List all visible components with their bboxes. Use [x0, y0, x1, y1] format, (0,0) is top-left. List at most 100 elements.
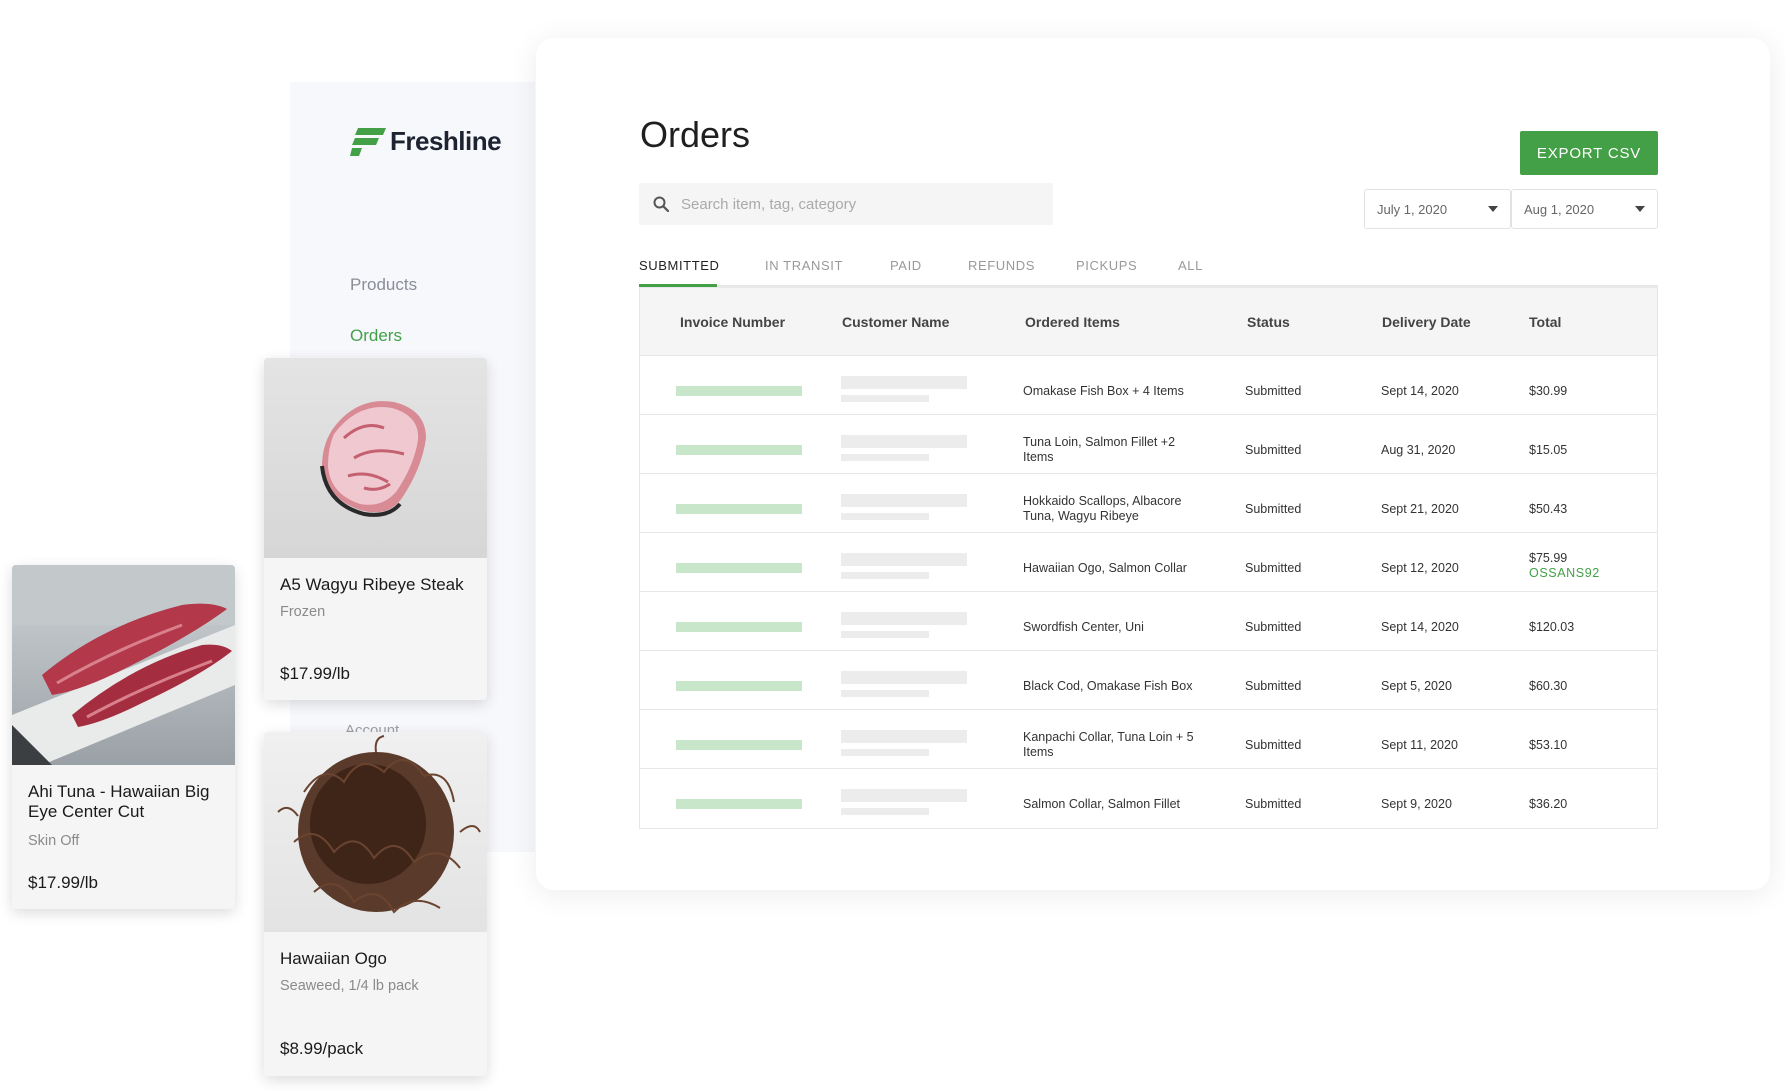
orders-table: Invoice Number Customer Name Ordered Ite…	[639, 288, 1658, 829]
column-header[interactable]: Customer Name	[842, 314, 949, 330]
product-card-hawaiian-ogo[interactable]: Hawaiian Ogo Seaweed, 1/4 lb pack $8.99/…	[264, 732, 487, 1076]
status-text: Submitted	[1245, 384, 1302, 398]
tab-paid[interactable]: PAID	[890, 258, 922, 281]
order-total: $60.30	[1529, 679, 1567, 694]
status-text: Submitted	[1245, 679, 1302, 693]
delivery-date: Sept 11, 2020	[1381, 738, 1458, 752]
ahi-tuna-image	[12, 565, 235, 765]
seaweed-image	[277, 735, 481, 914]
product-subtitle: Frozen	[280, 604, 326, 620]
column-header[interactable]: Delivery Date	[1382, 314, 1471, 330]
chevron-down-icon	[1635, 206, 1645, 212]
delivery-date: Sept 21, 2020	[1381, 502, 1459, 516]
column-header[interactable]: Invoice Number	[680, 314, 785, 330]
table-row[interactable]: Tuna Loin, Salmon Fillet +2 Items Submitt…	[640, 415, 1657, 474]
column-header[interactable]: Status	[1247, 314, 1290, 330]
table-row[interactable]: Black Cod, Omakase Fish Box Submitted Sept…	[640, 651, 1657, 710]
sidebar-item-products[interactable]: Products	[350, 275, 417, 295]
customer-name-placeholder	[841, 376, 967, 389]
stage: Freshline Products Orders Account Orders…	[0, 0, 1785, 1091]
search-bar[interactable]	[639, 183, 1053, 225]
invoice-number-placeholder	[676, 799, 802, 809]
product-subtitle: Skin Off	[28, 833, 80, 849]
customer-detail-placeholder	[841, 749, 929, 756]
total-amount: $60.30	[1529, 679, 1568, 693]
invoice-number-placeholder	[676, 740, 802, 750]
customer-detail-placeholder	[841, 513, 929, 520]
tab-pickups[interactable]: PICKUPS	[1076, 258, 1137, 281]
product-name: A5 Wagyu Ribeye Steak	[280, 575, 464, 594]
table-row[interactable]: Kanpachi Collar, Tuna Loin + 5 Items Subm…	[640, 710, 1657, 769]
product-card-ahi-tuna[interactable]: Ahi Tuna - Hawaiian Big Eye Center Cut S…	[12, 565, 235, 909]
product-subtitle: Seaweed, 1/4 lb pack	[280, 978, 419, 994]
customer-detail-placeholder	[841, 631, 929, 638]
table-row[interactable]: Hokkaido Scallops, Albacore Tuna, Wagyu …	[640, 474, 1657, 533]
ordered-items: Omakase Fish Box + 4 Items	[1023, 384, 1184, 398]
customer-name-placeholder	[841, 789, 967, 802]
delivery-date: Sept 12, 2020	[1381, 561, 1459, 575]
ordered-items: Hokkaido Scallops, Albacore Tuna, Wagyu …	[1023, 494, 1182, 523]
tab-in-transit[interactable]: IN TRANSIT	[765, 258, 843, 281]
wagyu-steak-image	[320, 401, 426, 517]
status-text: Submitted	[1245, 620, 1302, 634]
date-to-select[interactable]: Aug 1, 2020	[1511, 189, 1658, 229]
export-csv-button[interactable]: EXPORT CSV	[1520, 131, 1658, 175]
brand-name: Freshline	[390, 126, 502, 156]
total-amount: $36.20	[1529, 797, 1568, 811]
status-text: Submitted	[1245, 502, 1302, 516]
table-row[interactable]: Omakase Fish Box + 4 Items Submitted Sept …	[640, 356, 1657, 415]
search-icon	[653, 196, 669, 212]
date-from-select[interactable]: July 1, 2020	[1364, 189, 1511, 229]
order-total: $36.20	[1529, 797, 1567, 812]
status-text: Submitted	[1245, 443, 1302, 457]
total-amount: $30.99	[1529, 384, 1568, 398]
orders-panel: Orders EXPORT CSV July 1, 2020 Aug 1, 20…	[536, 38, 1770, 890]
status-text: Submitted	[1245, 797, 1302, 811]
delivery-date: Aug 31, 2020	[1381, 443, 1456, 457]
customer-detail-placeholder	[841, 690, 929, 697]
invoice-number-placeholder	[676, 445, 802, 455]
column-header[interactable]: Total	[1529, 314, 1561, 330]
ordered-items: Tuna Loin, Salmon Fillet +2 Items	[1023, 435, 1176, 464]
table-row[interactable]: Hawaiian Ogo, Salmon Collar Submitted Sept…	[640, 533, 1657, 592]
order-total: $50.43	[1529, 502, 1567, 517]
customer-name-placeholder	[841, 553, 967, 566]
tab-submitted[interactable]: SUBMITTED	[639, 258, 720, 281]
invoice-number-placeholder	[676, 504, 802, 514]
column-header[interactable]: Ordered Items	[1025, 314, 1120, 330]
ordered-items: Black Cod, Omakase Fish Box	[1023, 679, 1193, 693]
sidebar-item-orders[interactable]: Orders	[350, 326, 402, 346]
status-tabs: SUBMITTED IN TRANSIT PAID REFUNDS PICKUP…	[639, 258, 1658, 288]
product-name: Ahi Tuna - Hawaiian Big Eye Center Cut	[28, 782, 210, 821]
freshline-logo-icon	[350, 127, 386, 156]
table-row[interactable]: Swordfish Center, Uni Submitted Sept 14, 2…	[640, 592, 1657, 651]
date-to-value: Aug 1, 2020	[1524, 201, 1595, 217]
ordered-items: Salmon Collar, Salmon Fillet	[1023, 797, 1181, 811]
page-title: Orders	[640, 114, 751, 155]
search-input[interactable]	[681, 195, 1001, 213]
tab-refunds[interactable]: REFUNDS	[968, 258, 1035, 281]
product-price: $17.99/lb	[280, 664, 350, 683]
customer-detail-placeholder	[841, 454, 929, 461]
tab-all[interactable]: ALL	[1178, 258, 1203, 281]
order-total: $15.05	[1529, 443, 1567, 458]
customer-detail-placeholder	[841, 395, 929, 402]
product-price: $8.99/pack	[280, 1039, 364, 1058]
customer-name-placeholder	[841, 671, 967, 684]
order-total: $120.03	[1529, 620, 1574, 635]
order-total: $30.99	[1529, 384, 1567, 399]
status-text: Submitted	[1245, 561, 1302, 575]
ordered-items: Swordfish Center, Uni	[1023, 620, 1144, 634]
customer-detail-placeholder	[841, 572, 929, 579]
status-text: Submitted	[1245, 738, 1302, 752]
customer-name-placeholder	[841, 435, 967, 448]
product-name: Hawaiian Ogo	[280, 949, 387, 968]
order-total: $75.99 OSSANS92	[1529, 551, 1600, 581]
customer-name-placeholder	[841, 730, 967, 743]
invoice-number-placeholder	[676, 681, 802, 691]
delivery-date: Sept 14, 2020	[1381, 620, 1459, 634]
logo[interactable]: Freshline	[350, 126, 502, 157]
total-amount: $120.03	[1529, 620, 1575, 634]
table-row[interactable]: Salmon Collar, Salmon Fillet Submitted Sep…	[640, 769, 1657, 828]
product-card-wagyu[interactable]: A5 Wagyu Ribeye Steak Frozen $17.99/lb	[264, 358, 487, 700]
